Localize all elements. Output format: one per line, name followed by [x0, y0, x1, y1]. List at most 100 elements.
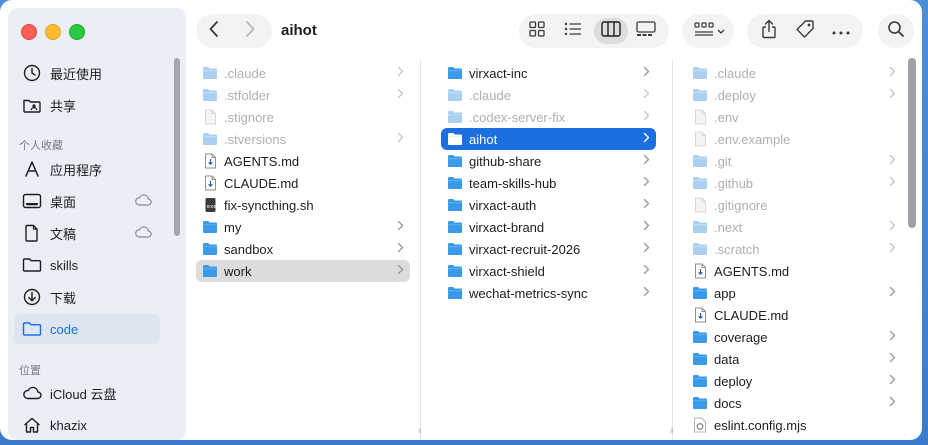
- column-2-item-virxact-brand[interactable]: virxact-brand: [441, 216, 656, 238]
- item-label: .claude: [469, 87, 511, 103]
- chevron-right-icon: [889, 242, 896, 256]
- column-1-item-dot-stversions[interactable]: .stversions: [196, 128, 410, 150]
- column-2-item-team-skills-hub[interactable]: team-skills-hub: [441, 172, 656, 194]
- chevron-right-icon: [889, 66, 896, 80]
- sidebar-item-code[interactable]: code: [14, 314, 160, 344]
- shell-script-icon: exec: [202, 197, 218, 213]
- column-3-item-dot-claude[interactable]: .claude: [686, 62, 902, 84]
- document-icon: [692, 197, 708, 213]
- download-icon: [22, 287, 42, 307]
- close-window-button[interactable]: [21, 24, 37, 40]
- sidebar-item-documents[interactable]: 文稿: [14, 218, 160, 248]
- column-resize-handle[interactable]: ıı: [670, 426, 674, 435]
- sidebar-item-home[interactable]: khazix: [14, 410, 160, 440]
- sidebar-scrollbar[interactable]: [174, 58, 180, 236]
- chevron-right-icon: [889, 374, 896, 388]
- sidebar-item-desktop[interactable]: 桌面: [14, 186, 160, 216]
- browser-column-1: .claude .stfolder .stignore .stversions AGEN…: [196, 60, 410, 440]
- sidebar-item-icloud-drive[interactable]: iCloud 云盘: [14, 378, 160, 408]
- column-2-item-github-share[interactable]: github-share: [441, 150, 656, 172]
- window-title: aihot: [281, 22, 317, 39]
- chevron-right-icon: [643, 110, 650, 124]
- column-2-item-virxact-shield[interactable]: virxact-shield: [441, 260, 656, 282]
- sidebar-item-shared[interactable]: 共享: [14, 90, 160, 120]
- sidebar-item-applications[interactable]: 应用程序: [14, 154, 160, 184]
- column-2-item-virxact-auth[interactable]: virxact-auth: [441, 194, 656, 216]
- column-3-item-data[interactable]: data: [686, 348, 902, 370]
- forward-button[interactable]: [237, 19, 263, 43]
- minimize-window-button[interactable]: [45, 24, 61, 40]
- folder-icon: [692, 153, 708, 169]
- folder-icon: [447, 197, 463, 213]
- column-1-item-dot-stfolder[interactable]: .stfolder: [196, 84, 410, 106]
- item-label: .codex-server-fix: [469, 109, 566, 125]
- column-3-item-app[interactable]: app: [686, 282, 902, 304]
- column-1-item-agents-md[interactable]: AGENTS.md: [196, 150, 410, 172]
- column-1-item-sandbox[interactable]: sandbox: [196, 238, 410, 260]
- column-1-item-work[interactable]: work: [196, 260, 410, 282]
- item-label: AGENTS.md: [714, 263, 790, 279]
- column-divider[interactable]: [420, 60, 421, 440]
- column-3-item-dot-env[interactable]: .env: [686, 106, 902, 128]
- column-3-item-coverage[interactable]: coverage: [686, 326, 902, 348]
- column-3-item-dot-env-example[interactable]: .env.example: [686, 128, 902, 150]
- column-1-item-dot-claude[interactable]: .claude: [196, 62, 410, 84]
- column-3-item-dot-scratch[interactable]: .scratch: [686, 238, 902, 260]
- chevron-right-icon: [889, 88, 896, 102]
- item-label: data: [714, 351, 740, 367]
- zoom-window-button[interactable]: [69, 24, 85, 40]
- group-by-control[interactable]: [690, 21, 728, 41]
- item-label: app: [714, 285, 736, 301]
- column-view-button[interactable]: [598, 18, 624, 44]
- list-view-button[interactable]: [560, 18, 586, 44]
- chevron-right-icon: [889, 352, 896, 366]
- column-3-item-eslint-config-mjs[interactable]: eslint.config.mjs: [686, 414, 902, 436]
- back-button[interactable]: [201, 19, 227, 43]
- share-button[interactable]: [756, 18, 782, 44]
- column-3-item-deploy[interactable]: deploy: [686, 370, 902, 392]
- column-3-item-docs[interactable]: docs: [686, 392, 902, 414]
- column-2-item-virxact-recruit-2026[interactable]: virxact-recruit-2026: [441, 238, 656, 260]
- column-2-item-aihot[interactable]: aihot: [441, 128, 656, 150]
- column-3-item-dot-gitignore[interactable]: .gitignore: [686, 194, 902, 216]
- item-label: fix-syncthing.sh: [224, 197, 314, 213]
- icon-view-button[interactable]: [524, 18, 550, 44]
- column-2-item-dot-codex-server-fix[interactable]: .codex-server-fix: [441, 106, 656, 128]
- folder-icon: [202, 219, 218, 235]
- column-resize-handle[interactable]: ıı: [418, 426, 422, 435]
- tags-button[interactable]: [792, 18, 818, 44]
- sidebar-item-recents[interactable]: 最近使用: [14, 58, 160, 88]
- folder-icon: [692, 373, 708, 389]
- column-3-item-dot-github[interactable]: .github: [686, 172, 902, 194]
- column-1-item-dot-stignore[interactable]: .stignore: [196, 106, 410, 128]
- applications-icon: [22, 159, 42, 179]
- folder-icon: [692, 351, 708, 367]
- column-3-item-dot-deploy[interactable]: .deploy: [686, 84, 902, 106]
- column-2-item-dot-claude[interactable]: .claude: [441, 84, 656, 106]
- document-icon: [22, 223, 42, 243]
- column-divider[interactable]: [672, 60, 673, 440]
- sidebar-item-skills[interactable]: skills: [14, 250, 160, 280]
- chevron-right-icon: [643, 242, 650, 256]
- column-1-item-fix-syncthing-sh[interactable]: exec fix-syncthing.sh: [196, 194, 410, 216]
- column-scrollbar[interactable]: [908, 58, 916, 228]
- item-label: .next: [714, 219, 743, 235]
- folder-icon: [447, 285, 463, 301]
- column-3-item-dot-next[interactable]: .next: [686, 216, 902, 238]
- folder-icon: [692, 219, 708, 235]
- column-1-item-claude-md[interactable]: CLAUDE.md: [196, 172, 410, 194]
- item-label: .env.example: [714, 131, 791, 147]
- column-1-item-my[interactable]: my: [196, 216, 410, 238]
- sidebar-heading-locations: 位置: [19, 365, 41, 377]
- search-control[interactable]: [883, 19, 909, 43]
- column-3-item-claude-md[interactable]: CLAUDE.md: [686, 304, 902, 326]
- column-3-item-dot-git[interactable]: .git: [686, 150, 902, 172]
- column-3-item-agents-md[interactable]: AGENTS.md: [686, 260, 902, 282]
- sidebar-item-downloads[interactable]: 下载: [14, 282, 160, 312]
- column-2-item-wechat-metrics-sync[interactable]: wechat-metrics-sync: [441, 282, 656, 304]
- item-label: aihot: [469, 131, 498, 147]
- more-actions-button[interactable]: [828, 18, 854, 44]
- column-2-item-virxact-inc[interactable]: virxact-inc: [441, 62, 656, 84]
- finder-window: 最近使用 共享 个人收藏 应用程序 桌面 文稿 skills 下载 code 位…: [0, 0, 922, 440]
- gallery-view-button[interactable]: [633, 18, 659, 44]
